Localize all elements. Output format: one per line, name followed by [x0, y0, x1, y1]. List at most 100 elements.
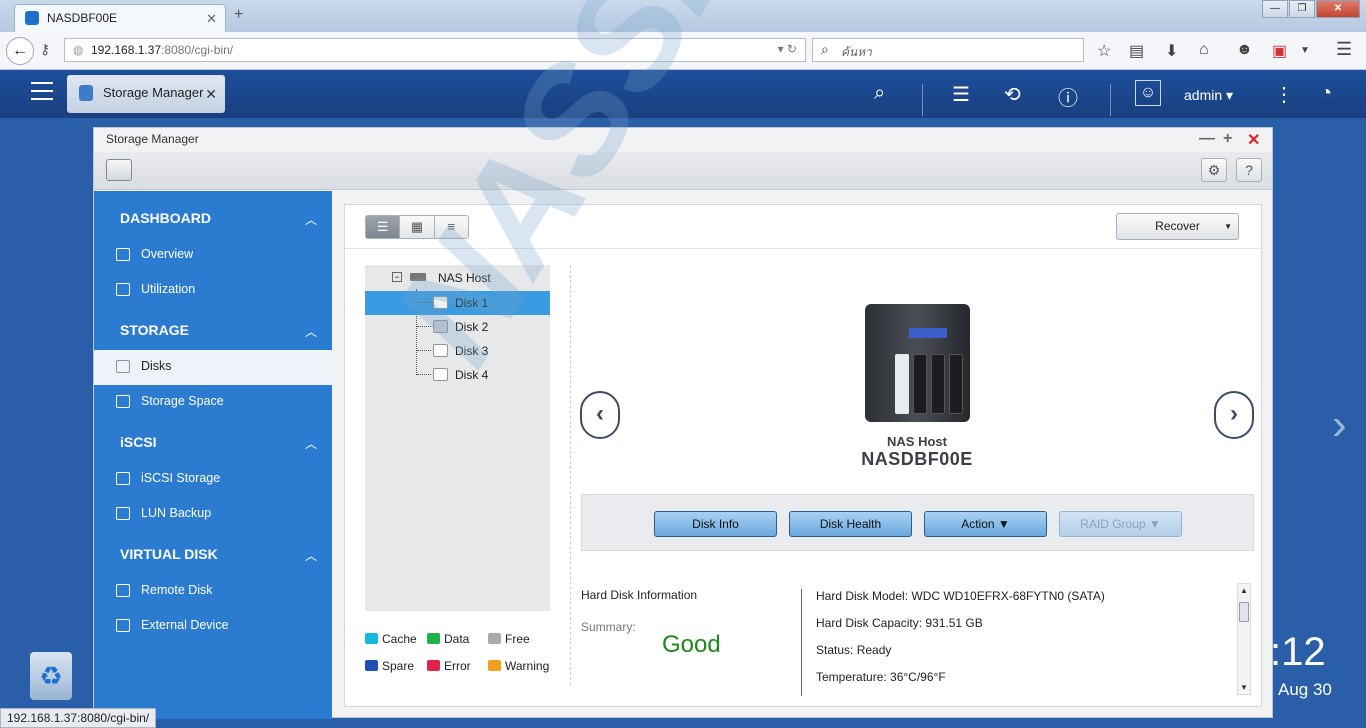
- toggle-panel-icon[interactable]: [106, 159, 132, 181]
- sidebar-item-storage-space[interactable]: Storage Space: [94, 385, 332, 420]
- legend-item-spare: Spare: [365, 659, 414, 673]
- back-arrow-icon[interactable]: ←: [6, 37, 34, 65]
- main-menu-icon[interactable]: [31, 82, 53, 100]
- action-bar: Disk Info Disk Health Action ▼ RAID Grou…: [581, 494, 1254, 551]
- tree-node-disk-3[interactable]: Disk 3: [365, 339, 550, 363]
- detail-view-icon[interactable]: ≡: [434, 216, 468, 238]
- reload-icon[interactable]: ▾ ↻: [778, 42, 797, 56]
- recover-button[interactable]: Recover ▼: [1116, 213, 1239, 240]
- desktop-date: Aug 30: [1278, 680, 1332, 699]
- info-icon[interactable]: ⓘ: [1058, 82, 1078, 111]
- tree-node-disk-2[interactable]: Disk 2: [365, 315, 550, 339]
- background-tasks-icon[interactable]: ☰: [952, 82, 970, 107]
- scroll-up-icon[interactable]: ▲: [1240, 586, 1248, 595]
- browser-search-field[interactable]: ⌕ ค้นหา: [812, 38, 1084, 62]
- sidebar-section-storage[interactable]: STORAGE: [120, 322, 189, 338]
- tree-node-disk-1[interactable]: Disk 1: [365, 291, 550, 315]
- window-title: Storage Manager: [106, 132, 199, 146]
- collapse-node-icon[interactable]: −: [392, 272, 402, 282]
- sidebar-item-iscsi-storage[interactable]: iSCSI Storage: [94, 462, 332, 497]
- disk-health-button[interactable]: Disk Health: [789, 511, 912, 537]
- user-avatar-icon[interactable]: ☺: [1135, 80, 1161, 106]
- browser-tab[interactable]: NASDBF00E ✕: [14, 4, 226, 32]
- list-view-icon[interactable]: ☰: [366, 216, 401, 238]
- disk-info-button[interactable]: Disk Info: [654, 511, 777, 537]
- scroll-thumb[interactable]: [1239, 602, 1249, 622]
- maximize-window-icon[interactable]: ❐: [1289, 0, 1315, 18]
- action-menu-button[interactable]: Action ▼: [924, 511, 1047, 537]
- external-device-icon[interactable]: ⟲: [1004, 82, 1021, 107]
- search-placeholder: ค้นหา: [841, 45, 872, 59]
- tree-connector: [417, 374, 431, 375]
- disk-icon: [433, 320, 448, 333]
- collapse-chevron-icon[interactable]: ︿: [305, 211, 317, 228]
- menu-icon[interactable]: ☰: [1336, 39, 1352, 60]
- next-arrow-icon[interactable]: ›: [1214, 391, 1254, 439]
- dashboard-gauge-icon[interactable]: ◔: [1320, 82, 1332, 105]
- legend-item-cache: Cache: [365, 632, 417, 646]
- summary-value: Good: [662, 631, 721, 658]
- lun-backup-icon: [116, 507, 130, 520]
- search-icon[interactable]: ⌕: [874, 82, 885, 105]
- close-tab-icon[interactable]: ✕: [206, 11, 217, 27]
- window-toolbar: ⚙ ?: [94, 152, 1272, 190]
- recover-label: Recover: [1155, 219, 1200, 233]
- disk-capacity: Hard Disk Capacity: 931.51 GB: [816, 616, 983, 630]
- chevron-down-icon: ▼: [1224, 222, 1232, 231]
- sidebar-item-external-device[interactable]: External Device: [94, 609, 332, 644]
- download-icon[interactable]: ⬇: [1165, 41, 1178, 61]
- bookmark-star-icon[interactable]: ☆: [1097, 41, 1111, 61]
- info-scrollbar[interactable]: ▲ ▼: [1237, 583, 1251, 695]
- sidebar-item-label: Storage Space: [141, 394, 224, 408]
- new-tab-icon[interactable]: +: [234, 6, 243, 24]
- sidebar-section-dashboard[interactable]: DASHBOARD: [120, 210, 211, 226]
- tree-root-label: NAS Host: [438, 271, 491, 285]
- url-field[interactable]: ◍ 192.168.1.37:8080/cgi-bin/ ▾ ↻: [64, 38, 806, 62]
- grid-view-icon[interactable]: ▦: [400, 216, 435, 238]
- chat-icon[interactable]: ☻: [1236, 41, 1253, 59]
- collapse-chevron-icon[interactable]: ︿: [305, 547, 317, 564]
- window-minimize-icon[interactable]: —: [1199, 130, 1215, 148]
- legend-label: Data: [444, 632, 470, 646]
- collapse-chevron-icon[interactable]: ︿: [305, 435, 317, 452]
- collapse-chevron-icon[interactable]: ︿: [305, 323, 317, 340]
- legend-label: Warning: [505, 659, 550, 673]
- sidebar-item-label: LUN Backup: [141, 506, 212, 520]
- sidebar-section-virtual-disk[interactable]: VIRTUAL DISK: [120, 546, 218, 562]
- tree-node-label: Disk 1: [455, 296, 489, 310]
- user-menu[interactable]: admin ▾: [1184, 87, 1233, 104]
- empty-slot-icon: [433, 368, 448, 381]
- storage-manager-icon: [79, 85, 93, 101]
- storage-manager-tab[interactable]: Storage Manager ✕: [67, 75, 225, 113]
- legend-item-warning: Warning: [488, 659, 549, 673]
- tree-connector: [417, 326, 431, 327]
- sidebar-item-overview[interactable]: Overview: [94, 238, 332, 273]
- sidebar-item-disks[interactable]: Disks: [94, 350, 332, 385]
- addon-icon[interactable]: ▣: [1272, 41, 1287, 61]
- close-window-icon[interactable]: ✕: [1316, 0, 1360, 18]
- external-device-icon: [116, 619, 130, 632]
- free-disk-icon: [488, 633, 501, 644]
- gear-icon[interactable]: ⚙: [1201, 158, 1227, 182]
- disk-icon: [116, 360, 130, 373]
- sidebar-item-remote-disk[interactable]: Remote Disk: [94, 574, 332, 609]
- scroll-down-icon[interactable]: ▼: [1240, 683, 1248, 692]
- addon-dropdown-icon[interactable]: ▼: [1300, 45, 1310, 56]
- bookmarks-list-icon[interactable]: ▤: [1129, 41, 1144, 61]
- sidebar-item-lun-backup[interactable]: LUN Backup: [94, 497, 332, 532]
- help-icon[interactable]: ?: [1236, 158, 1262, 182]
- remote-disk-icon: [116, 584, 130, 597]
- window-maximize-icon[interactable]: +: [1223, 130, 1232, 148]
- desktop-next-arrow-icon[interactable]: ›: [1332, 400, 1347, 450]
- divider: [922, 84, 923, 116]
- close-app-tab-icon[interactable]: ✕: [205, 86, 217, 103]
- previous-arrow-icon[interactable]: ‹: [580, 391, 620, 439]
- minimize-window-icon[interactable]: —: [1262, 0, 1288, 18]
- tree-node-disk-4[interactable]: Disk 4: [365, 363, 550, 387]
- window-close-icon[interactable]: ✕: [1247, 130, 1260, 150]
- home-icon[interactable]: ⌂: [1199, 41, 1209, 59]
- more-options-icon[interactable]: ⋮: [1274, 82, 1294, 107]
- sidebar-section-iscsi[interactable]: iSCSI: [120, 434, 157, 450]
- sidebar-item-utilization[interactable]: Utilization: [94, 273, 332, 308]
- recycle-bin-icon[interactable]: ♻: [30, 652, 72, 700]
